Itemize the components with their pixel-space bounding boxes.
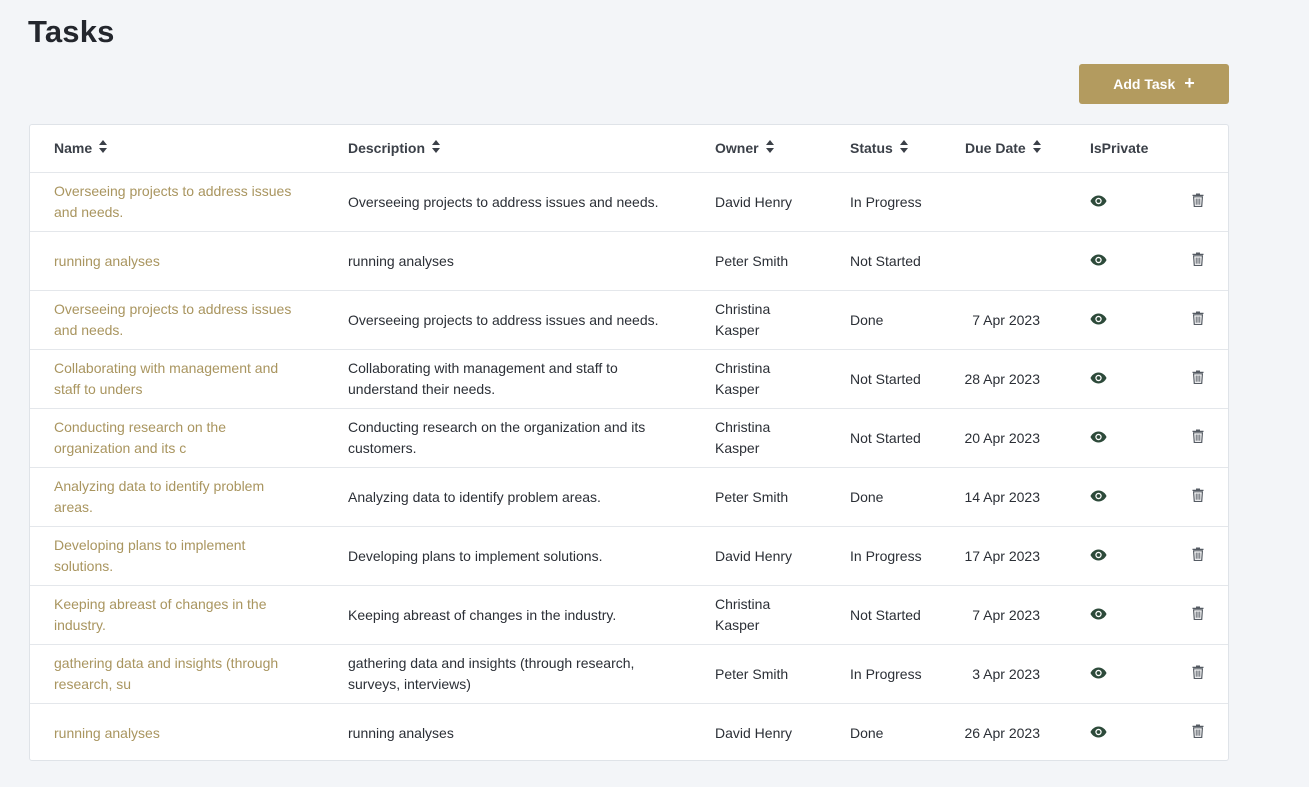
task-description: Overseeing projects to address issues an…	[348, 311, 659, 328]
table-row: running analyses running analyses David …	[30, 704, 1228, 760]
task-description: Overseeing projects to address issues an…	[348, 193, 659, 210]
add-task-button[interactable]: Add Task +	[1079, 64, 1229, 104]
task-name-link[interactable]: gathering data and insights (through res…	[54, 653, 304, 695]
task-status: Not Started	[850, 370, 921, 387]
task-owner: Christina Kasper	[715, 360, 771, 397]
eye-icon[interactable]	[1090, 428, 1107, 449]
task-name-link[interactable]: Collaborating with management and staff …	[54, 358, 304, 400]
table-header: Name Description Owner Status Due Date I…	[30, 125, 1228, 173]
task-status: Done	[850, 724, 884, 741]
task-description: Collaborating with management and staff …	[348, 360, 618, 397]
table-row: Analyzing data to identify problem areas…	[30, 468, 1228, 527]
tasks-table: Name Description Owner Status Due Date I…	[29, 124, 1229, 761]
task-due-date: 7 Apr 2023	[972, 606, 1040, 623]
trash-icon[interactable]	[1192, 487, 1204, 508]
task-name-link[interactable]: Overseeing projects to address issues an…	[54, 181, 304, 223]
task-due-date: 3 Apr 2023	[972, 665, 1040, 682]
add-task-label: Add Task	[1113, 76, 1176, 92]
task-status: Not Started	[850, 252, 921, 269]
task-owner: David Henry	[715, 193, 793, 210]
table-row: Keeping abreast of changes in the indust…	[30, 586, 1228, 645]
task-due-date: 20 Apr 2023	[964, 429, 1040, 446]
task-description: Analyzing data to identify problem areas…	[348, 488, 601, 505]
task-name-link[interactable]: Analyzing data to identify problem areas…	[54, 476, 304, 518]
task-description: running analyses	[348, 252, 454, 269]
column-header-description[interactable]: Description	[348, 125, 668, 172]
eye-icon[interactable]	[1090, 251, 1107, 272]
task-status: Not Started	[850, 606, 921, 623]
task-owner: David Henry	[715, 547, 793, 564]
plus-icon: +	[1184, 73, 1195, 93]
task-name-link[interactable]: Keeping abreast of changes in the indust…	[54, 594, 304, 636]
eye-icon[interactable]	[1090, 664, 1107, 685]
task-due-date: 28 Apr 2023	[964, 370, 1040, 387]
table-row: gathering data and insights (through res…	[30, 645, 1228, 704]
sort-icon[interactable]	[432, 138, 441, 159]
trash-icon[interactable]	[1192, 546, 1204, 567]
table-body: Overseeing projects to address issues an…	[30, 173, 1228, 760]
task-owner: David Henry	[715, 724, 793, 741]
task-owner: Christina Kasper	[715, 596, 771, 633]
eye-icon[interactable]	[1090, 310, 1107, 331]
task-status: In Progress	[850, 193, 922, 210]
task-owner: Peter Smith	[715, 488, 789, 505]
trash-icon[interactable]	[1192, 605, 1204, 626]
column-header-owner[interactable]: Owner	[715, 125, 815, 172]
task-due-date: 14 Apr 2023	[964, 488, 1040, 505]
task-description: running analyses	[348, 724, 454, 741]
trash-icon[interactable]	[1192, 369, 1204, 390]
task-description: Developing plans to implement solutions.	[348, 547, 603, 564]
task-name-link[interactable]: running analyses	[54, 723, 160, 744]
trash-icon[interactable]	[1192, 664, 1204, 685]
task-status: In Progress	[850, 547, 922, 564]
task-owner: Peter Smith	[715, 665, 789, 682]
table-row: running analyses running analyses Peter …	[30, 232, 1228, 291]
trash-icon[interactable]	[1192, 723, 1204, 744]
task-owner: Christina Kasper	[715, 419, 771, 456]
task-description: gathering data and insights (through res…	[348, 655, 635, 692]
table-row: Overseeing projects to address issues an…	[30, 173, 1228, 232]
task-name-link[interactable]: Developing plans to implement solutions.	[54, 535, 304, 577]
task-owner: Christina Kasper	[715, 301, 771, 338]
sort-icon[interactable]	[765, 138, 774, 159]
trash-icon[interactable]	[1192, 310, 1204, 331]
task-status: Not Started	[850, 429, 921, 446]
trash-icon[interactable]	[1192, 251, 1204, 272]
eye-icon[interactable]	[1090, 605, 1107, 626]
trash-icon[interactable]	[1192, 428, 1204, 449]
eye-icon[interactable]	[1090, 192, 1107, 213]
eye-icon[interactable]	[1090, 487, 1107, 508]
task-status: Done	[850, 488, 884, 505]
task-due-date: 26 Apr 2023	[964, 724, 1040, 741]
page-title: Tasks	[28, 14, 115, 49]
sort-icon[interactable]	[899, 138, 908, 159]
table-row: Conducting research on the organization …	[30, 409, 1228, 468]
task-name-link[interactable]: running analyses	[54, 251, 160, 272]
column-header-is-private: IsPrivate	[1090, 140, 1149, 156]
trash-icon[interactable]	[1192, 192, 1204, 213]
table-row: Collaborating with management and staff …	[30, 350, 1228, 409]
task-owner: Peter Smith	[715, 252, 789, 269]
task-due-date: 17 Apr 2023	[964, 547, 1040, 564]
column-header-status[interactable]: Status	[850, 125, 940, 172]
task-description: Conducting research on the organization …	[348, 419, 646, 456]
table-row: Overseeing projects to address issues an…	[30, 291, 1228, 350]
task-name-link[interactable]: Overseeing projects to address issues an…	[54, 299, 304, 341]
eye-icon[interactable]	[1090, 369, 1107, 390]
sort-icon[interactable]	[99, 138, 108, 159]
task-status: In Progress	[850, 665, 922, 682]
column-header-due-date[interactable]: Due Date	[965, 125, 1085, 172]
table-row: Developing plans to implement solutions.…	[30, 527, 1228, 586]
task-name-link[interactable]: Conducting research on the organization …	[54, 417, 304, 459]
column-header-name[interactable]: Name	[54, 125, 304, 172]
eye-icon[interactable]	[1090, 723, 1107, 744]
task-status: Done	[850, 311, 884, 328]
sort-icon[interactable]	[1032, 138, 1041, 159]
eye-icon[interactable]	[1090, 546, 1107, 567]
task-description: Keeping abreast of changes in the indust…	[348, 606, 617, 623]
task-due-date: 7 Apr 2023	[972, 311, 1040, 328]
